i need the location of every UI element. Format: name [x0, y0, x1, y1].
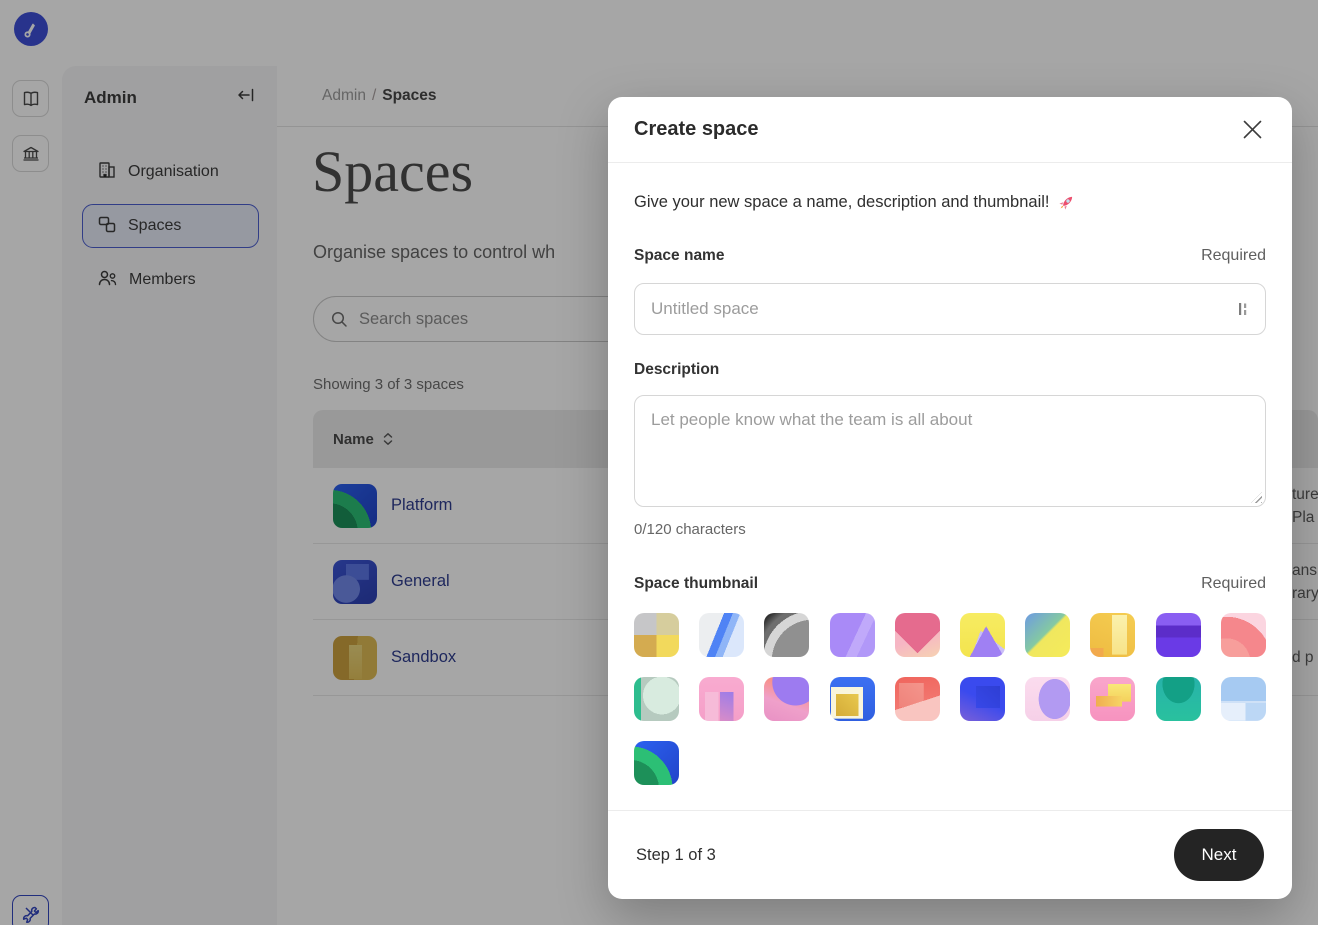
- thumbnail-option-yellow-purple-peak[interactable]: [960, 613, 1005, 657]
- modal-intro: Give your new space a name, description …: [634, 193, 1076, 212]
- thumbnail-option-blue-green-swoosh[interactable]: [634, 741, 679, 785]
- description-input[interactable]: [635, 396, 1265, 506]
- space-name-required-badge: Required: [1201, 247, 1266, 265]
- text-cursor-icon: [1237, 301, 1249, 317]
- close-button[interactable]: [1238, 116, 1266, 144]
- description-label-row: Description: [634, 361, 1266, 379]
- thumbnail-option-blue-cream-gold-squares[interactable]: [830, 677, 875, 721]
- next-button[interactable]: Next: [1174, 829, 1264, 881]
- space-name-label-row: Space name Required: [634, 247, 1266, 265]
- thumbnail-option-pink-chevron[interactable]: [895, 613, 940, 657]
- thumbnail-option-indigo-bands[interactable]: [1156, 613, 1201, 657]
- space-name-label: Space name: [634, 247, 724, 265]
- thumbnail-option-charcoal-swoosh[interactable]: [764, 613, 809, 657]
- modal-footer: Step 1 of 3 Next: [608, 810, 1292, 899]
- description-label: Description: [634, 361, 719, 379]
- step-indicator: Step 1 of 3: [636, 846, 716, 865]
- thumbnail-option-amber-panels[interactable]: [1090, 613, 1135, 657]
- space-thumbnail-label: Space thumbnail: [634, 575, 758, 593]
- thumbnail-option-mint-teal-arc[interactable]: [634, 677, 679, 721]
- modal-intro-text: Give your new space a name, description …: [634, 193, 1049, 212]
- space-name-field: [634, 283, 1266, 335]
- thumbnail-option-gray-yellow-quadrants[interactable]: [634, 613, 679, 657]
- space-name-input[interactable]: [651, 299, 1237, 319]
- modal-title: Create space: [634, 118, 759, 141]
- thumbnail-grid: [634, 613, 1266, 785]
- thumbnail-option-pink-purple-blob[interactable]: [764, 677, 809, 721]
- thumbnail-option-violet-diagonal[interactable]: [830, 613, 875, 657]
- thumbnail-option-coral-quarter-rings[interactable]: [1221, 613, 1266, 657]
- thumbnail-option-royal-blue-blocks[interactable]: [960, 677, 1005, 721]
- thumbnail-option-pink-yellow-cards[interactable]: [1090, 677, 1135, 721]
- thumbnail-required-badge: Required: [1201, 575, 1266, 593]
- modal-header: Create space: [608, 97, 1292, 163]
- thumbnail-option-pink-lavender-orb[interactable]: [1025, 677, 1070, 721]
- char-counter: 0/120 characters: [634, 521, 746, 538]
- create-space-modal: Create space Give your new space a name,…: [608, 97, 1292, 899]
- thumbnail-label-row: Space thumbnail Required: [634, 575, 1266, 593]
- thumbnail-option-teal-green-dome[interactable]: [1156, 677, 1201, 721]
- thumbnail-option-blue-diagonal-stripe[interactable]: [699, 613, 744, 657]
- thumbnail-option-blue-yellow-split[interactable]: [1025, 613, 1070, 657]
- close-icon: [1241, 118, 1264, 141]
- thumbnail-option-powder-blue-grid[interactable]: [1221, 677, 1266, 721]
- rocket-icon: [1057, 193, 1076, 212]
- thumbnail-option-coral-folded-square[interactable]: [895, 677, 940, 721]
- thumbnail-option-pink-purple-pillars[interactable]: [699, 677, 744, 721]
- description-field: [634, 395, 1266, 507]
